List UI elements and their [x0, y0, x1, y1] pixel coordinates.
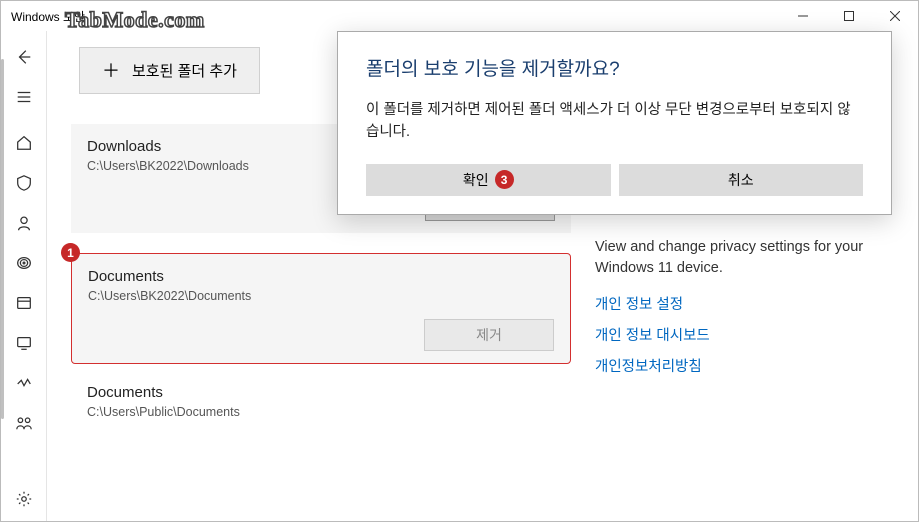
privacy-description: View and change privacy settings for you…	[595, 237, 894, 279]
titlebar: Windows 보안	[1, 1, 918, 31]
privacy-settings-link[interactable]: 개인 정보 설정	[595, 293, 894, 314]
shield-icon[interactable]	[4, 165, 44, 201]
dialog-title: 폴더의 보호 기능을 제거할까요?	[366, 54, 863, 81]
minimize-button[interactable]	[780, 1, 826, 31]
confirm-label: 확인	[463, 170, 489, 190]
annotation-badge-3: 3	[495, 170, 514, 189]
remove-label: 제거	[476, 325, 502, 345]
dialog-cancel-button[interactable]: 취소	[619, 164, 864, 196]
cancel-label: 취소	[728, 170, 754, 190]
privacy-policy-link[interactable]: 개인정보처리방침	[595, 355, 894, 376]
firewall-icon[interactable]	[4, 245, 44, 281]
menu-icon[interactable]	[4, 79, 44, 115]
sidebar	[1, 31, 47, 521]
plus-icon: ＋	[102, 62, 120, 80]
privacy-dashboard-link[interactable]: 개인 정보 대시보드	[595, 324, 894, 345]
home-icon[interactable]	[4, 125, 44, 161]
app-browser-icon[interactable]	[4, 285, 44, 321]
confirm-dialog: 폴더의 보호 기능을 제거할까요? 이 폴더를 제거하면 제어된 폴더 액세스가…	[337, 31, 892, 215]
back-icon[interactable]	[4, 39, 44, 75]
dialog-confirm-button[interactable]: 확인 3	[366, 164, 611, 196]
folder-path: C:\Users\Public\Documents	[87, 405, 555, 419]
folder-name: Documents	[87, 384, 555, 401]
folder-path: C:\Users\BK2022\Documents	[88, 289, 554, 303]
device-icon[interactable]	[4, 325, 44, 361]
family-icon[interactable]	[4, 405, 44, 441]
close-button[interactable]	[872, 1, 918, 31]
annotation-badge-1: 1	[61, 243, 80, 262]
folder-card-selected[interactable]: Documents C:\Users\BK2022\Documents 제거	[71, 253, 571, 364]
performance-icon[interactable]	[4, 365, 44, 401]
folder-card[interactable]: Documents C:\Users\Public\Documents	[71, 384, 571, 419]
window-title: Windows 보안	[11, 8, 780, 25]
sidebar-scroll-indicator	[1, 59, 4, 419]
add-button-label: 보호된 폴더 추가	[132, 60, 237, 81]
window-controls	[780, 1, 918, 31]
remove-folder-button-disabled: 제거	[424, 319, 554, 351]
settings-icon[interactable]	[4, 481, 44, 517]
add-protected-folder-button[interactable]: ＋ 보호된 폴더 추가	[79, 47, 260, 94]
account-icon[interactable]	[4, 205, 44, 241]
folder-name: Documents	[88, 268, 554, 285]
dialog-body: 이 폴더를 제거하면 제어된 폴더 액세스가 더 이상 무단 변경으로부터 보호…	[366, 99, 863, 144]
maximize-button[interactable]	[826, 1, 872, 31]
